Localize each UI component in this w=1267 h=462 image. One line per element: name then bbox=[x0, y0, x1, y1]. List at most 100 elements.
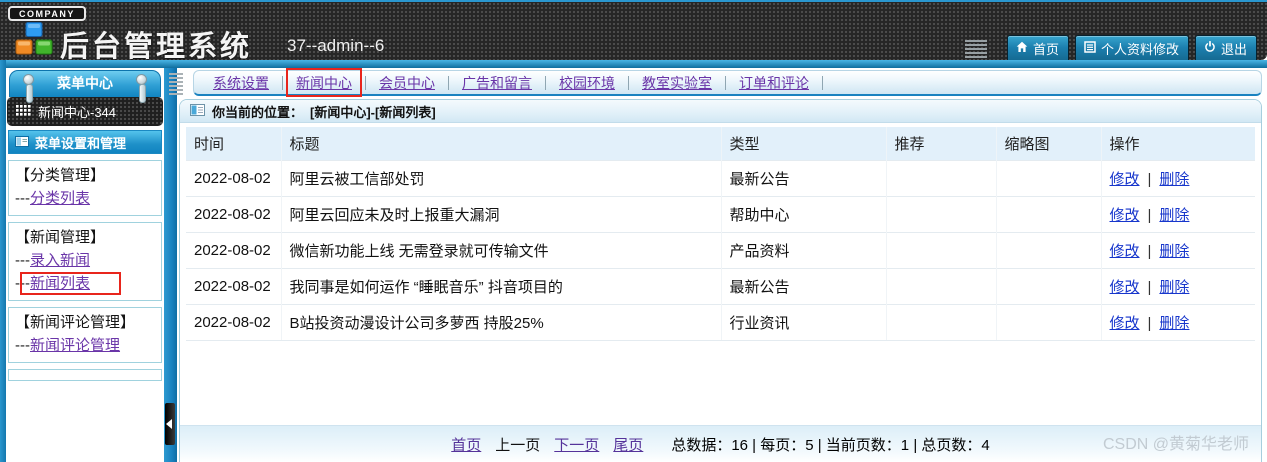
tab-member-center[interactable]: 会员中心 bbox=[379, 73, 435, 93]
pagination-first-link[interactable]: 首页 bbox=[451, 434, 481, 455]
cell-time: 2022-08-02 bbox=[186, 196, 282, 233]
cell-recommend bbox=[886, 196, 997, 233]
edit-link[interactable]: 修改 bbox=[1110, 279, 1140, 296]
col-header-title: 标题 bbox=[281, 127, 722, 161]
sidebar-item-category-list: ---分类列表 bbox=[15, 190, 91, 207]
sidebar-menu-center-tab[interactable]: 菜单中心 bbox=[9, 70, 161, 103]
cell-type: 最新公告 bbox=[721, 268, 887, 305]
delete-link[interactable]: 删除 bbox=[1159, 243, 1189, 260]
cell-time: 2022-08-02 bbox=[186, 304, 282, 341]
cell-time: 2022-08-02 bbox=[186, 160, 282, 197]
pin-icon bbox=[23, 74, 34, 103]
sidebar-section-header: 菜单设置和管理 bbox=[8, 130, 162, 154]
tab-classroom-lab[interactable]: 教室实验室 bbox=[642, 73, 712, 93]
news-comments-link[interactable]: 新闻评论管理 bbox=[30, 337, 120, 354]
nav-separator bbox=[725, 75, 726, 90]
col-header-time: 时间 bbox=[186, 127, 282, 161]
edit-link[interactable]: 修改 bbox=[1110, 171, 1140, 188]
cell-time: 2022-08-02 bbox=[186, 268, 282, 305]
tab-news-center[interactable]: 新闻中心 bbox=[286, 67, 362, 97]
cell-title: 微信新功能上线 无需登录就可传输文件 bbox=[281, 232, 722, 269]
cell-actions: 修改 | 删除 bbox=[1101, 160, 1255, 197]
header-bar: COMPANY 后台管理系统 37--admin--6 首页 个人资料修改 退出 bbox=[0, 0, 1267, 63]
tab-orders-comments[interactable]: 订单和评论 bbox=[739, 73, 809, 93]
menu-group-news-comments: 【新闻评论管理】 ---新闻评论管理 bbox=[8, 307, 162, 363]
tab-system-settings[interactable]: 系统设置 bbox=[213, 73, 269, 93]
main-area: 系统设置 新闻中心 会员中心 广告和留言 校园环境 教室实验室 订单和评论 你当… bbox=[169, 67, 1267, 462]
content-panel: 你当前的位置： [新闻中心]-[新闻列表] 时间 标题 类型 推荐 缩略图 操作 … bbox=[179, 99, 1262, 462]
table-row: 2022-08-02 阿里云回应未及时上报重大漏洞 帮助中心 修改 | 删除 bbox=[186, 196, 1255, 233]
pin-icon bbox=[136, 74, 147, 103]
pagination-next-link[interactable]: 下一页 bbox=[554, 434, 599, 455]
table-row: 2022-08-02 微信新功能上线 无需登录就可传输文件 产品资料 修改 | 删除 bbox=[186, 232, 1255, 269]
sidebar-divider bbox=[164, 68, 177, 462]
news-entry-link[interactable]: 录入新闻 bbox=[30, 252, 90, 269]
cell-actions: 修改 | 删除 bbox=[1101, 304, 1255, 341]
grid-icon bbox=[16, 104, 31, 119]
app-logo-cubes-icon bbox=[13, 22, 55, 65]
news-list-link[interactable]: 新闻列表 bbox=[30, 275, 90, 292]
location-icon bbox=[190, 103, 205, 119]
sidebar-module-label: 新闻中心-344 bbox=[38, 105, 117, 120]
cell-actions: 修改 | 删除 bbox=[1101, 232, 1255, 269]
cell-thumbnail bbox=[996, 304, 1102, 341]
nav-separator bbox=[628, 75, 629, 90]
cell-thumbnail bbox=[996, 160, 1102, 197]
table-header-row: 时间 标题 类型 推荐 缩略图 操作 bbox=[186, 127, 1255, 161]
cell-title: 阿里云被工信部处罚 bbox=[281, 160, 722, 197]
header-actions: 首页 个人资料修改 退出 bbox=[964, 35, 1257, 63]
cell-recommend bbox=[886, 268, 997, 305]
cell-type: 产品资料 bbox=[721, 232, 887, 269]
home-icon bbox=[1016, 41, 1028, 56]
cell-recommend bbox=[886, 232, 997, 269]
cell-recommend bbox=[886, 304, 997, 341]
tab-campus-environment[interactable]: 校园环境 bbox=[559, 73, 615, 93]
edit-link[interactable]: 修改 bbox=[1110, 243, 1140, 260]
tab-ads-messages[interactable]: 广告和留言 bbox=[462, 73, 532, 93]
home-button[interactable]: 首页 bbox=[1006, 35, 1069, 63]
sidebar-item-news-list: ---新闻列表 bbox=[15, 272, 155, 295]
top-navbar: 系统设置 新闻中心 会员中心 广告和留言 校园环境 教室实验室 订单和评论 bbox=[193, 67, 1262, 97]
header-grip-icon bbox=[964, 40, 987, 58]
nav-separator bbox=[365, 75, 366, 90]
cell-title: B站投资动漫设计公司多萝西 持股25% bbox=[281, 304, 722, 341]
nav-separator bbox=[545, 75, 546, 90]
sidebar-collapse-handle[interactable] bbox=[165, 403, 175, 445]
power-icon bbox=[1204, 40, 1216, 56]
app-window: COMPANY 后台管理系统 37--admin--6 首页 个人资料修改 退出… bbox=[0, 0, 1267, 462]
watermark: CSDN @黄菊华老师 bbox=[1102, 436, 1249, 453]
menu-group-category: 【分类管理】 ---分类列表 bbox=[8, 160, 162, 216]
edit-link[interactable]: 修改 bbox=[1110, 315, 1140, 332]
table-row: 2022-08-02 B站投资动漫设计公司多萝西 持股25% 行业资讯 修改 | 删… bbox=[186, 304, 1255, 341]
logout-button[interactable]: 退出 bbox=[1194, 35, 1257, 63]
cell-type: 帮助中心 bbox=[721, 196, 887, 233]
cell-actions: 修改 | 删除 bbox=[1101, 268, 1255, 305]
nav-separator bbox=[448, 75, 449, 90]
delete-link[interactable]: 删除 bbox=[1159, 279, 1189, 296]
menu-group-news: 【新闻管理】 ---录入新闻 ---新闻列表 bbox=[8, 222, 162, 301]
sidebar-empty-strip bbox=[8, 369, 162, 381]
pagination-bar: 首页 上一页 下一页 尾页 总数据：16 | 每页：5 | 当前页数：1 | 总… bbox=[180, 425, 1261, 462]
cell-type: 行业资讯 bbox=[721, 304, 887, 341]
profile-edit-button[interactable]: 个人资料修改 bbox=[1074, 35, 1189, 63]
sidebar-item-news-entry: ---录入新闻 bbox=[15, 252, 91, 269]
cell-type: 最新公告 bbox=[721, 160, 887, 197]
col-header-thumbnail: 缩略图 bbox=[996, 127, 1102, 161]
delete-link[interactable]: 删除 bbox=[1159, 171, 1189, 188]
session-info: 37--admin--6 bbox=[287, 36, 385, 55]
news-table: 时间 标题 类型 推荐 缩略图 操作 2022-08-02 阿里云被工信部处罚 … bbox=[186, 127, 1255, 341]
edit-link[interactable]: 修改 bbox=[1110, 207, 1140, 224]
pagination-last-link[interactable]: 尾页 bbox=[613, 434, 643, 455]
app-title: 后台管理系统 bbox=[60, 31, 253, 63]
cell-actions: 修改 | 删除 bbox=[1101, 196, 1255, 233]
cell-thumbnail bbox=[996, 268, 1102, 305]
delete-link[interactable]: 删除 bbox=[1159, 207, 1189, 224]
category-list-link[interactable]: 分类列表 bbox=[30, 190, 90, 207]
table-row: 2022-08-02 阿里云被工信部处罚 最新公告 修改 | 删除 bbox=[186, 160, 1255, 197]
pagination-summary: 总数据：16 | 每页：5 | 当前页数：1 | 总页数：4 bbox=[671, 436, 990, 454]
sidebar-item-news-comments: ---新闻评论管理 bbox=[15, 337, 121, 354]
menu-group-title: 【新闻评论管理】 bbox=[15, 314, 136, 331]
nav-separator bbox=[822, 75, 823, 90]
sidebar-tab-title: 菜单中心 bbox=[57, 75, 113, 91]
delete-link[interactable]: 删除 bbox=[1159, 315, 1189, 332]
